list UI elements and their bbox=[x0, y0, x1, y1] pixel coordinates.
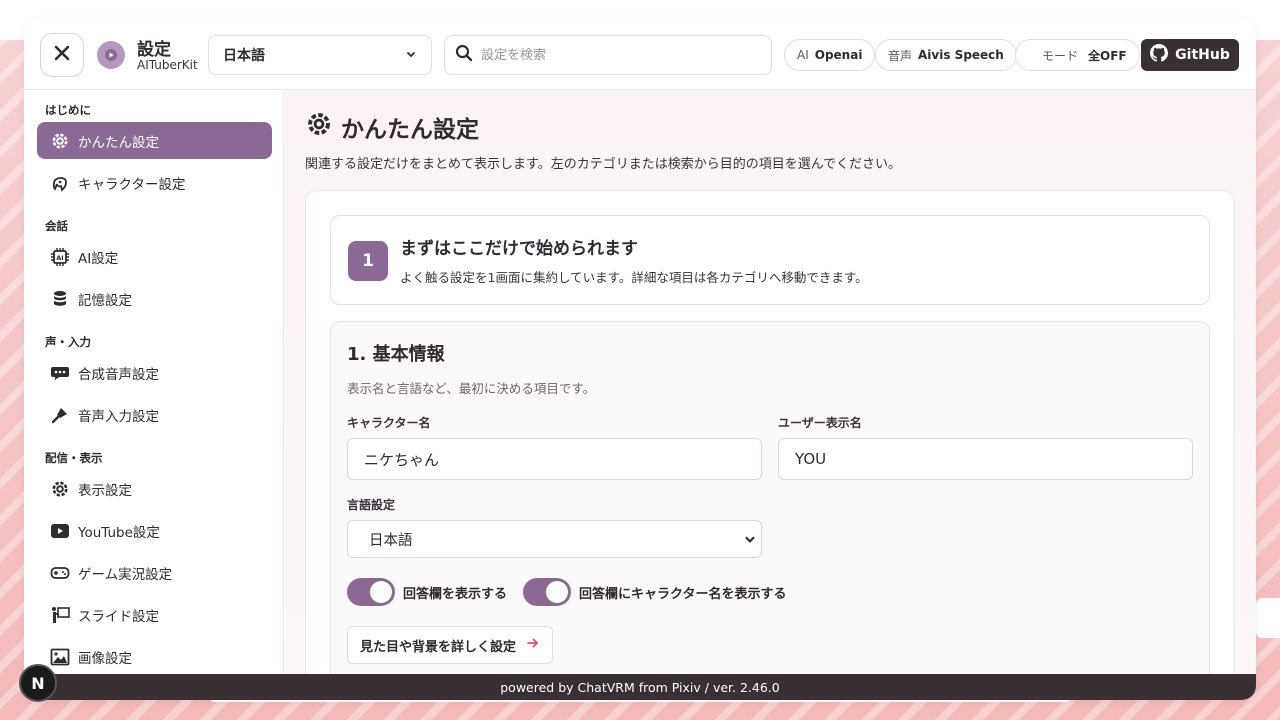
step-description: よく触る設定を1画面に集約しています。詳細な項目は各カテゴリへ移動できます。 bbox=[400, 270, 868, 285]
voice-pill-value: Aivis Speech bbox=[918, 48, 1004, 62]
section-label-conversation: 会話 bbox=[45, 219, 68, 233]
show-answer-toggle[interactable] bbox=[347, 578, 395, 606]
sidebar-item-label: 表示設定 bbox=[78, 482, 132, 499]
app-subtitle: AITuberKit bbox=[137, 58, 198, 72]
microphone-icon bbox=[49, 404, 71, 426]
github-button[interactable]: GitHub bbox=[1141, 39, 1239, 71]
sidebar-item-game[interactable]: ゲーム実況設定 bbox=[37, 554, 272, 591]
sidebar-item-display[interactable]: 表示設定 bbox=[37, 470, 272, 507]
show-answer-label: 回答欄を表示する bbox=[403, 586, 508, 602]
ai-pill-value: Openai bbox=[814, 48, 863, 62]
gear-icon bbox=[49, 130, 71, 152]
youtube-icon bbox=[49, 520, 71, 542]
sidebar-item-memory[interactable]: 記憶設定 bbox=[37, 280, 272, 317]
settings-card: 1 まずはここだけで始められます よく触る設定を1画面に集約しています。詳細な項… bbox=[305, 190, 1235, 674]
user-name-label: ユーザー表示名 bbox=[778, 416, 862, 430]
sidebar-item-label: 画像設定 bbox=[78, 650, 132, 667]
language-setting-value: 日本語 bbox=[369, 532, 413, 549]
close-icon bbox=[54, 45, 70, 65]
sidebar: はじめに かんたん設定 キャラクター設定 会話 AI AI設定 記憶設定 声・入… bbox=[24, 90, 284, 674]
footer: powered by ChatVRM from Pixiv / ver. 2.4… bbox=[24, 674, 1256, 700]
sidebar-item-voice-input[interactable]: 音声入力設定 bbox=[37, 396, 272, 433]
character-icon bbox=[49, 172, 71, 194]
mode-pill-value: 全OFF bbox=[1088, 48, 1127, 63]
database-icon bbox=[49, 288, 71, 310]
page-description: 関連する設定だけをまとめて表示します。左のカテゴリまたは検索から目的の項目を選ん… bbox=[305, 157, 902, 172]
search-box[interactable] bbox=[444, 35, 772, 75]
app-logo bbox=[97, 41, 125, 69]
voice-provider-pill[interactable]: 音声 Aivis Speech bbox=[875, 39, 1017, 71]
sidebar-item-youtube[interactable]: YouTube設定 bbox=[37, 512, 272, 549]
chip-icon: AI bbox=[49, 246, 71, 268]
sidebar-item-tts[interactable]: 合成音声設定 bbox=[37, 354, 272, 391]
sidebar-item-label: 音声入力設定 bbox=[78, 408, 159, 425]
language-setting-select[interactable]: 日本語 bbox=[347, 520, 762, 558]
intro-step-card: 1 まずはここだけで始められます よく触る設定を1画面に集約しています。詳細な項… bbox=[330, 215, 1210, 305]
app-title: 設定 bbox=[137, 40, 171, 60]
ai-provider-pill[interactable]: AI Openai bbox=[784, 39, 876, 71]
language-setting-label: 言語設定 bbox=[347, 498, 396, 512]
sidebar-item-label: スライド設定 bbox=[78, 608, 159, 625]
page-title-text: かんたん設定 bbox=[341, 117, 479, 143]
section-label-voice-input: 声・入力 bbox=[45, 335, 91, 349]
sidebar-item-character[interactable]: キャラクター設定 bbox=[37, 164, 272, 201]
sidebar-item-label: AI設定 bbox=[78, 250, 119, 267]
search-icon bbox=[455, 44, 473, 66]
section-label-getting-started: はじめに bbox=[45, 103, 91, 117]
settings-header: 設定 AITuberKit 日本語 AI Openai 音声 Aivis Spe… bbox=[24, 20, 1256, 90]
sidebar-item-label: ゲーム実況設定 bbox=[78, 566, 173, 583]
character-name-input[interactable] bbox=[347, 438, 762, 480]
main-content: かんたん設定 関連する設定だけをまとめて表示します。左のカテゴリまたは検索から目… bbox=[285, 90, 1256, 674]
settings-panel: 設定 AITuberKit 日本語 AI Openai 音声 Aivis Spe… bbox=[24, 20, 1256, 700]
voice-pill-key: 音声 bbox=[888, 48, 913, 63]
gear-icon bbox=[305, 110, 333, 144]
basic-info-card: 1. 基本情報 表示名と言語など、最初に決める項目です。 キャラクター名 ユーザ… bbox=[330, 321, 1210, 674]
basic-info-title: 1. 基本情報 bbox=[347, 344, 445, 365]
user-name-input[interactable] bbox=[778, 438, 1193, 480]
character-name-label: キャラクター名 bbox=[347, 416, 431, 430]
sidebar-item-ai[interactable]: AI AI設定 bbox=[37, 238, 272, 275]
sidebar-item-label: YouTube設定 bbox=[78, 524, 160, 541]
close-button[interactable] bbox=[40, 33, 84, 77]
step-title: まずはここだけで始められます bbox=[400, 239, 638, 259]
section-label-streaming-display: 配信・表示 bbox=[45, 451, 103, 465]
chat-icon bbox=[49, 362, 71, 384]
sidebar-item-label: かんたん設定 bbox=[78, 134, 159, 151]
basic-info-description: 表示名と言語など、最初に決める項目です。 bbox=[347, 381, 596, 396]
sidebar-item-label: 合成音声設定 bbox=[78, 366, 159, 383]
sidebar-item-slide[interactable]: スライド設定 bbox=[37, 596, 272, 633]
chevron-down-icon bbox=[743, 532, 757, 550]
appearance-detail-label: 見た目や背景を詳しく設定 bbox=[360, 639, 517, 655]
language-select-value: 日本語 bbox=[223, 48, 265, 64]
page-title: かんたん設定 bbox=[305, 110, 479, 144]
sidebar-item-image[interactable]: 画像設定 bbox=[37, 638, 272, 675]
show-character-name-label: 回答欄にキャラクター名を表示する bbox=[579, 586, 787, 602]
mode-pill[interactable]: モード 全OFF bbox=[1015, 39, 1140, 71]
search-input[interactable] bbox=[481, 47, 751, 63]
toggle-row: 回答欄を表示する 回答欄にキャラクター名を表示する bbox=[347, 578, 803, 606]
sidebar-item-label: キャラクター設定 bbox=[78, 176, 186, 193]
chevron-down-icon bbox=[405, 48, 417, 64]
presentation-icon bbox=[49, 604, 71, 626]
gamepad-icon bbox=[49, 562, 71, 584]
mode-pill-key: モード bbox=[1042, 48, 1079, 63]
language-select[interactable]: 日本語 bbox=[208, 35, 432, 75]
gear-icon bbox=[49, 478, 71, 500]
background-right-tab bbox=[1256, 598, 1280, 638]
footer-text: powered by ChatVRM from Pixiv / ver. 2.4… bbox=[500, 679, 780, 695]
step-number: 1 bbox=[348, 241, 388, 281]
github-icon bbox=[1150, 44, 1169, 66]
svg-text:AI: AI bbox=[56, 254, 63, 262]
appearance-detail-button[interactable]: 見た目や背景を詳しく設定 bbox=[347, 626, 554, 664]
sidebar-item-label: 記憶設定 bbox=[78, 292, 132, 309]
sidebar-item-quick-settings[interactable]: かんたん設定 bbox=[37, 122, 272, 159]
show-character-name-toggle[interactable] bbox=[523, 578, 572, 606]
ai-pill-key: AI bbox=[797, 48, 809, 62]
image-icon bbox=[49, 646, 71, 668]
github-label: GitHub bbox=[1175, 47, 1230, 63]
nextjs-badge[interactable]: N bbox=[19, 664, 57, 702]
arrow-right-icon bbox=[526, 636, 540, 654]
